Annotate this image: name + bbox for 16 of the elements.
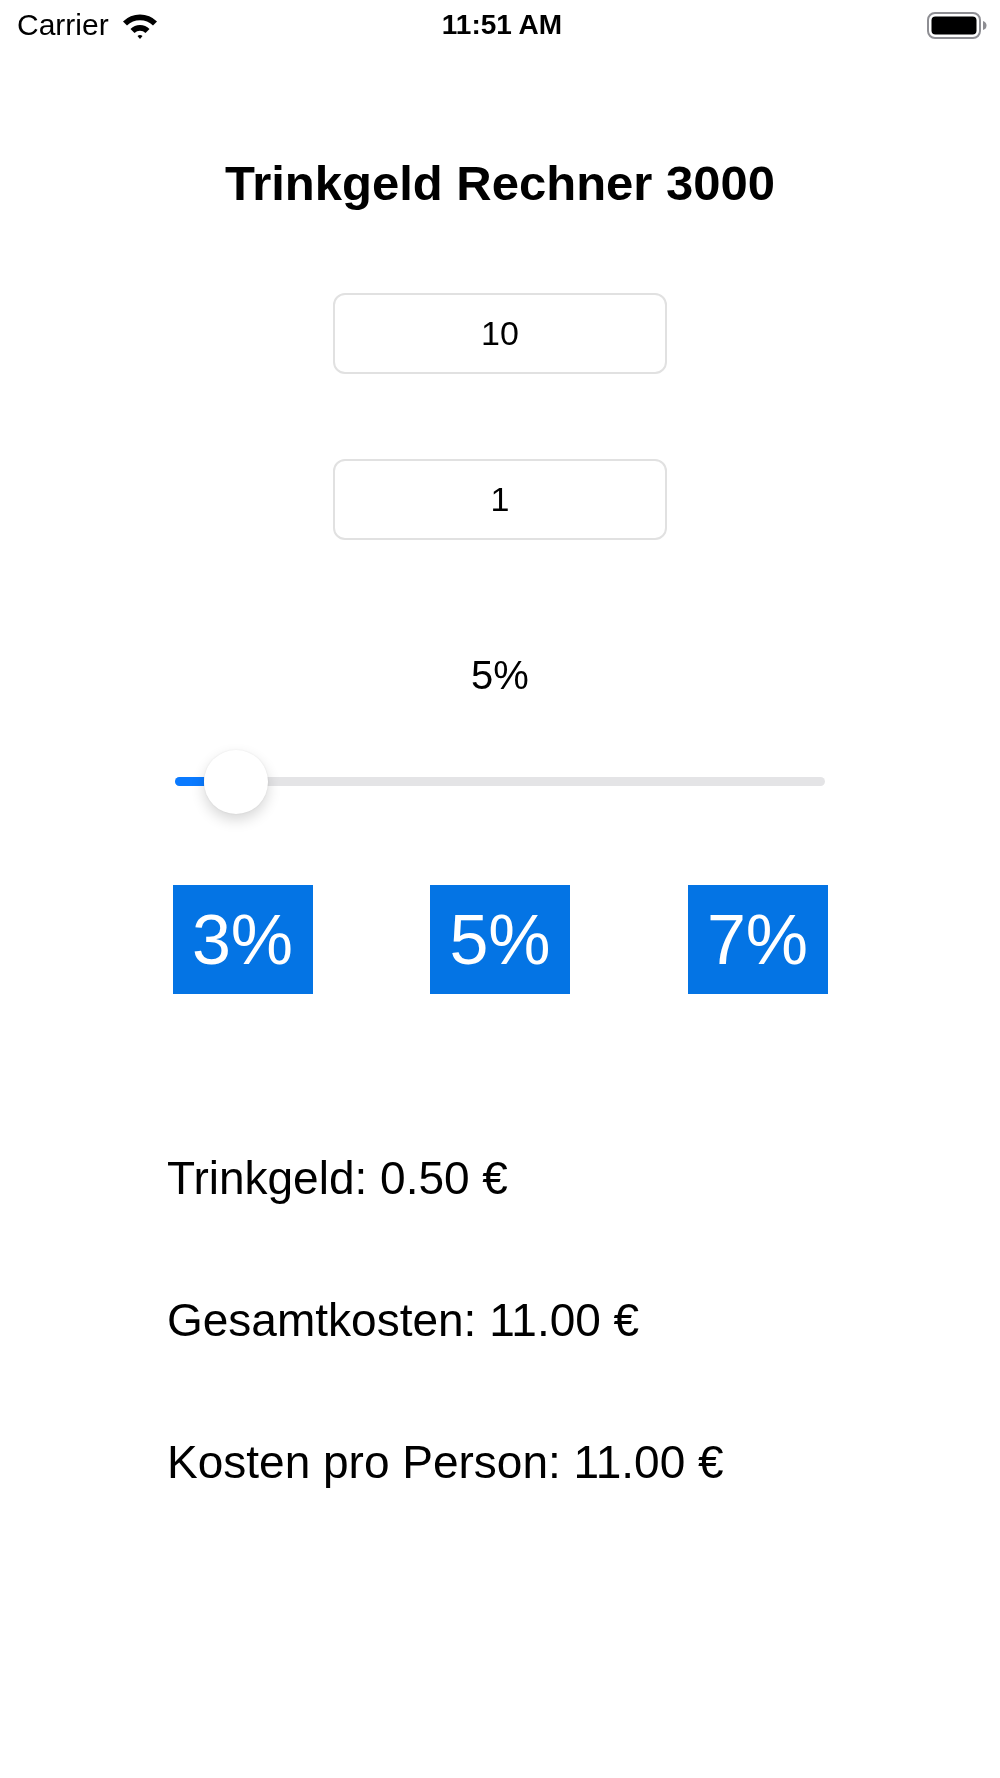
battery-icon xyxy=(927,11,987,39)
tip-preset-button[interactable]: 7% xyxy=(687,885,828,994)
tip-preset-button[interactable]: 5% xyxy=(430,885,570,994)
status-time: 11:51 AM xyxy=(441,8,563,42)
slider-thumb[interactable] xyxy=(204,750,269,814)
tip-percentage-reading: 5% xyxy=(471,652,529,699)
result-text: Gesamtkosten: 11.00 € xyxy=(167,1293,640,1348)
tip-slider[interactable] xyxy=(175,750,825,814)
input-field[interactable]: 1 xyxy=(333,459,667,540)
result-text: Kosten pro Person: 11.00 € xyxy=(167,1435,724,1490)
input-field[interactable]: 10 xyxy=(333,293,667,374)
wifi-icon xyxy=(121,11,158,39)
app-title: Trinkgeld Rechner 3000 xyxy=(224,155,776,212)
carrier-name: Carrier xyxy=(17,8,109,42)
tip-preset-button[interactable]: 3% xyxy=(172,885,313,994)
result-text: Trinkgeld: 0.50 € xyxy=(167,1151,508,1206)
